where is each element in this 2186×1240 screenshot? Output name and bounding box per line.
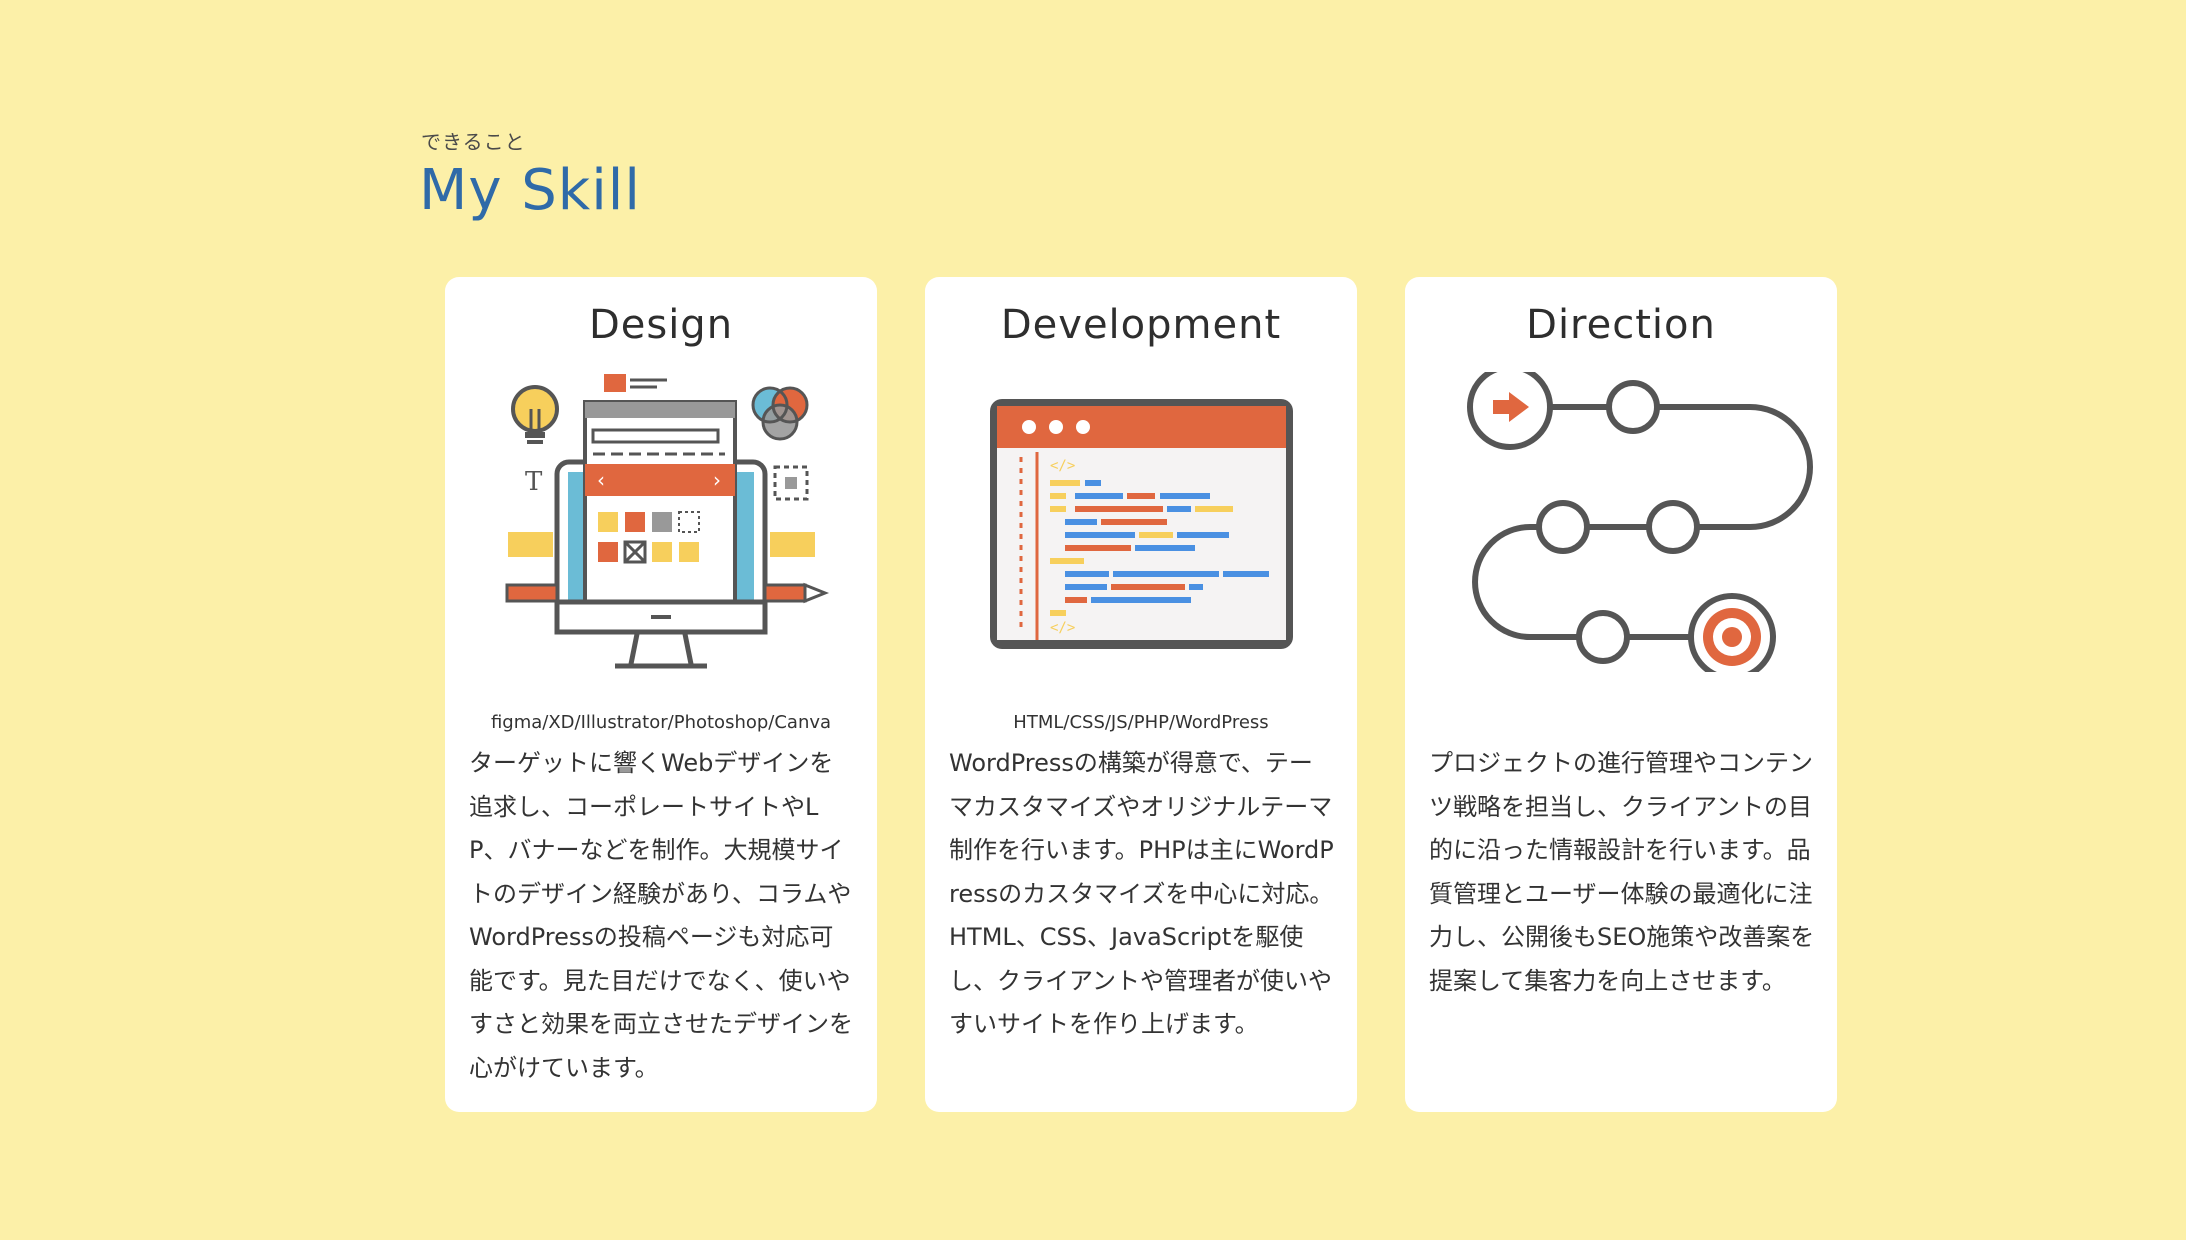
section-title: My Skill: [419, 158, 641, 223]
card-tools: HTML/CSS/JS/PHP/WordPress: [1013, 712, 1269, 733]
card-description: ターゲットに響くWebデザインを追求し、コーポレートサイトやLP、バナーなどを制…: [469, 749, 853, 1082]
skill-card-direction: Direction プロジェクトの進行管理やコンテンツ戦略を担当し、クライアント…: [1405, 277, 1837, 1112]
card-title: Direction: [1526, 302, 1716, 348]
svg-text:T: T: [525, 467, 543, 497]
card-description: WordPressの構築が得意で、テーマカスタマイズやオリジナルテーマ制作を行い…: [949, 749, 1334, 1038]
card-description: プロジェクトの進行管理やコンテンツ戦略を担当し、クライアントの目的に沿った情報設…: [1429, 749, 1815, 995]
card-title: Development: [1000, 302, 1282, 348]
code-editor-illustration-icon: </> </>: [990, 399, 1293, 649]
section-subtitle: できること: [421, 130, 526, 154]
svg-text:‹: ‹: [597, 468, 605, 492]
svg-text:</>: </>: [1050, 620, 1075, 636]
web-design-illustration-icon: T ‹ ›: [505, 374, 830, 669]
roadmap-illustration-icon: [1467, 372, 1813, 672]
card-tools: figma/XD/Illustrator/Photoshop/Canva: [490, 712, 832, 733]
skill-card-design: Design T ‹ › figma/XD/Illustrator/Photos…: [445, 277, 877, 1112]
card-title: Design: [588, 302, 734, 348]
svg-text:</>: </>: [1050, 458, 1075, 474]
svg-text:›: ›: [713, 468, 721, 492]
skill-card-development: Development </> </> HTML/CSS/JS/PHP/Word…: [925, 277, 1357, 1112]
